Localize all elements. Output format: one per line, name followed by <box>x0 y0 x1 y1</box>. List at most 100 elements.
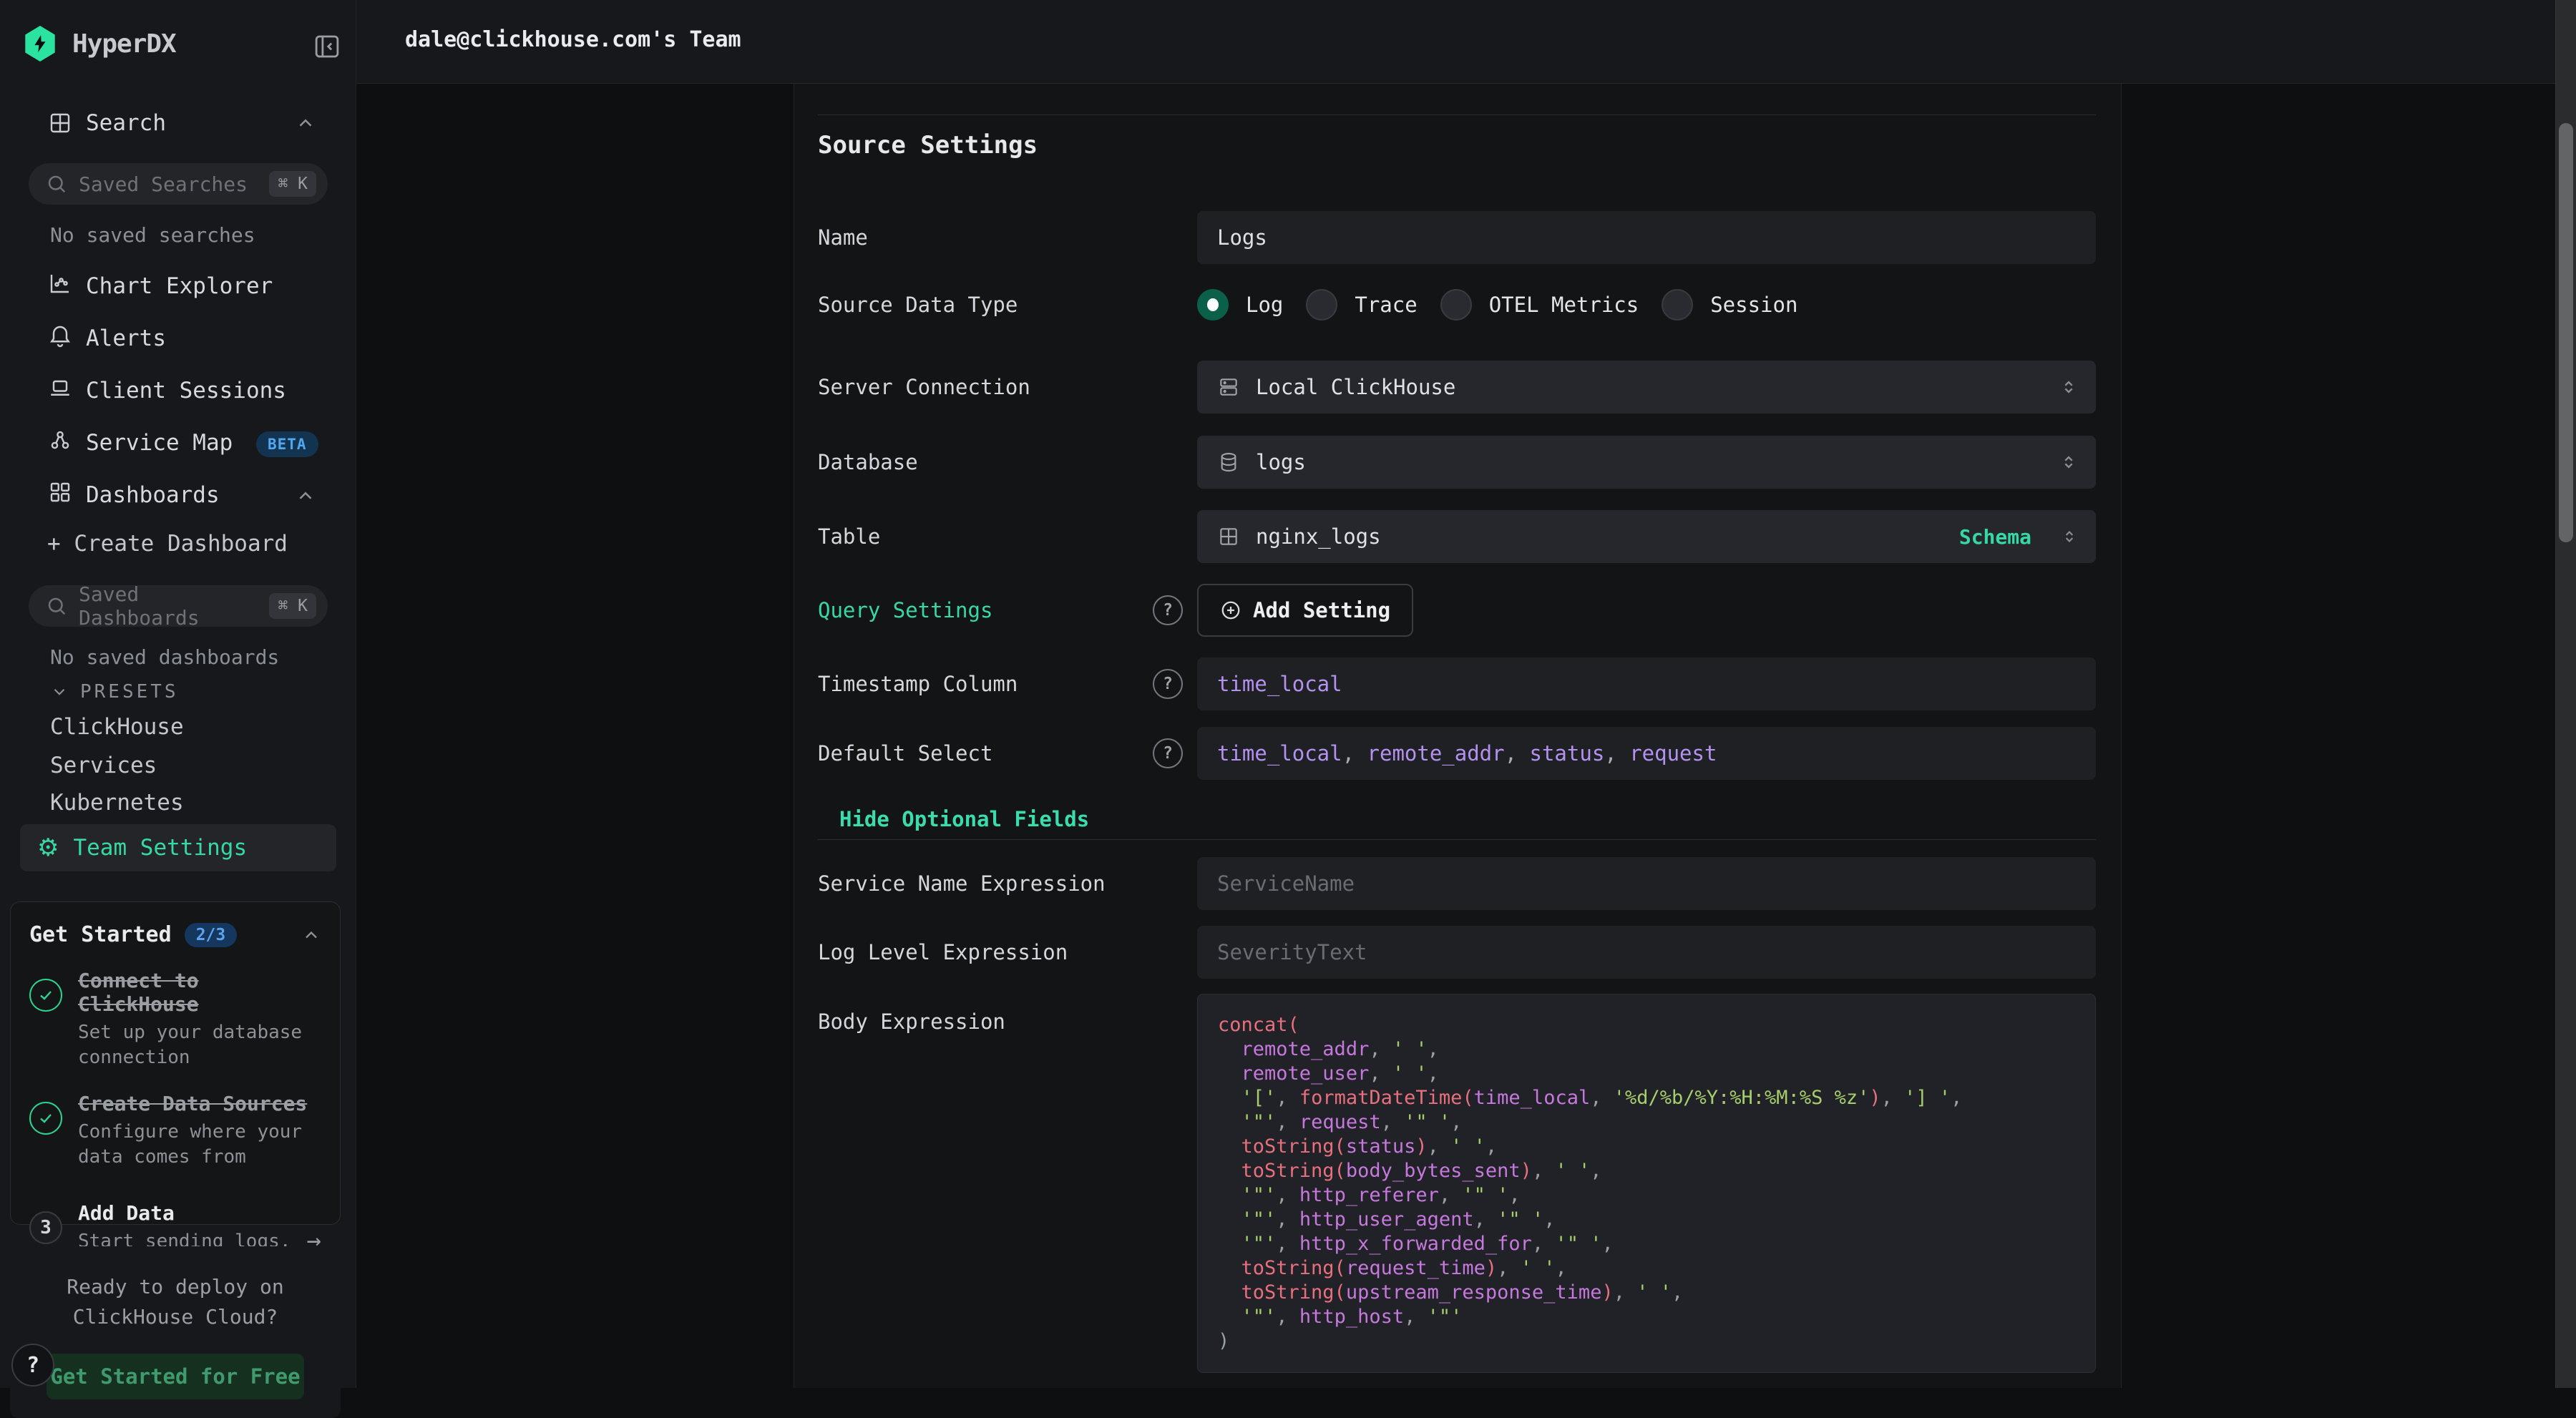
check-circle-icon <box>29 1102 62 1135</box>
sidebar-item-kubernetes[interactable]: Kubernetes <box>50 790 184 816</box>
body-expression-editor[interactable]: concat( remote_addr, ' ', remote_user, '… <box>1197 994 2096 1373</box>
sidebar-collapse-icon[interactable] <box>312 31 342 62</box>
clickhouse-cloud-card: Ready to deploy on ClickHouse Cloud? Get… <box>10 1246 341 1418</box>
database-value: logs <box>1256 450 1306 474</box>
hyperdx-logo-icon <box>24 26 57 62</box>
radio-log[interactable]: Log <box>1197 289 1283 321</box>
default-select-row: Default Select ? time_local, remote_addr… <box>818 727 2096 780</box>
shortcut-badge: ⌘ K <box>269 593 316 619</box>
saved-searches-input[interactable]: Saved Searches ⌘ K <box>29 163 328 205</box>
chevron-updown-icon <box>2060 527 2079 546</box>
radio-label: Trace <box>1355 293 1417 317</box>
log-level-input[interactable]: SeverityText <box>1197 926 2096 979</box>
radio-icon <box>1306 289 1337 321</box>
optional-fields-divider <box>818 839 2096 840</box>
step-title: Create Data Sources <box>78 1092 314 1115</box>
presets-label: PRESETS <box>80 681 179 703</box>
radio-otel-metrics[interactable]: OTEL Metrics <box>1440 289 1639 321</box>
table-select[interactable]: nginx_logs Schema <box>1197 510 2096 563</box>
source-data-type-radio-group: Log Trace OTEL Metrics Session <box>1197 283 2096 326</box>
saved-searches-placeholder: Saved Searches <box>79 172 269 196</box>
add-setting-label: Add Setting <box>1253 598 1390 622</box>
add-setting-button[interactable]: Add Setting <box>1197 584 1413 637</box>
dashboards-icon <box>47 479 73 505</box>
sidebar-item-services[interactable]: Services <box>50 753 157 778</box>
sidebar-item-team-settings[interactable]: ⚙ Team Settings <box>20 824 336 871</box>
radio-icon <box>1440 289 1472 321</box>
help-circle-icon[interactable]: ? <box>1153 595 1183 625</box>
chevron-up-icon[interactable] <box>295 112 316 134</box>
database-row: Database logs <box>818 436 2096 489</box>
log-level-label: Log Level Expression <box>818 940 1068 964</box>
database-select[interactable]: logs <box>1197 436 2096 489</box>
radio-session[interactable]: Session <box>1662 289 1797 321</box>
service-map-icon <box>47 427 73 453</box>
step-desc: Set up your database connection <box>78 1020 314 1070</box>
service-name-row: Service Name Expression ServiceName <box>818 857 2096 910</box>
body-expression-label: Body Expression <box>818 1009 1005 1034</box>
get-started-step-1[interactable]: Connect to ClickHouse Set up your databa… <box>29 969 321 1070</box>
chevron-down-icon <box>50 683 69 701</box>
service-name-input[interactable]: ServiceName <box>1197 857 2096 910</box>
sidebar-item-clickhouse[interactable]: ClickHouse <box>50 714 184 740</box>
sidebar-item-service-map[interactable]: Service Map BETA <box>0 423 356 463</box>
radio-label: Log <box>1246 293 1283 317</box>
saved-dashboards-input[interactable]: Saved Dashboards ⌘ K <box>29 585 328 627</box>
radio-selected-icon <box>1197 289 1229 321</box>
get-started-title: Get Started <box>29 922 172 947</box>
progress-badge: 2/3 <box>185 923 238 947</box>
sidebar-item-search[interactable]: Search <box>0 106 356 140</box>
server-connection-label: Server Connection <box>818 375 1030 399</box>
timestamp-column-row: Timestamp Column ? time_local <box>818 657 2096 710</box>
default-select-value: time_local, remote_addr, status, request <box>1217 741 1717 766</box>
no-saved-searches-text: No saved searches <box>50 223 255 247</box>
help-button[interactable]: ? <box>11 1344 54 1387</box>
sidebar-item-dashboards[interactable]: Dashboards <box>0 475 356 515</box>
name-input[interactable]: Logs <box>1197 211 2096 264</box>
saved-dashboards-placeholder: Saved Dashboards <box>79 582 269 630</box>
step-number-badge: 3 <box>29 1211 62 1244</box>
hide-optional-fields-button[interactable]: Hide Optional Fields <box>839 808 1089 831</box>
server-connection-row: Server Connection Local ClickHouse <box>818 361 2096 414</box>
get-started-step-2[interactable]: Create Data Sources Configure where your… <box>29 1092 321 1170</box>
timestamp-column-input[interactable]: time_local <box>1197 657 2096 710</box>
bell-icon <box>47 323 73 348</box>
get-started-free-button[interactable]: Get Started for Free <box>47 1354 304 1399</box>
main-content: Source Settings Name Logs Source Data Ty… <box>356 84 2576 1388</box>
help-circle-icon[interactable]: ? <box>1153 669 1183 699</box>
source-data-type-label: Source Data Type <box>818 293 1018 317</box>
laptop-icon <box>47 375 73 401</box>
scrollbar-track[interactable] <box>2555 0 2576 1388</box>
panel-top-divider <box>818 114 2096 115</box>
chevron-updown-icon <box>2059 452 2079 472</box>
timestamp-column-value: time_local <box>1217 672 1342 696</box>
service-name-label: Service Name Expression <box>818 871 1106 896</box>
radio-label: Session <box>1710 293 1797 317</box>
server-icon <box>1217 376 1240 398</box>
source-settings-panel: Source Settings Name Logs Source Data Ty… <box>794 84 2122 1388</box>
chart-icon <box>47 270 73 296</box>
chevron-up-icon[interactable] <box>295 485 316 507</box>
schema-button[interactable]: Schema <box>1959 525 2031 549</box>
radio-trace[interactable]: Trace <box>1306 289 1417 321</box>
presets-toggle[interactable]: PRESETS <box>50 681 179 703</box>
sidebar-item-client-sessions[interactable]: Client Sessions <box>0 371 356 411</box>
timestamp-column-label: Timestamp Column <box>818 672 1018 696</box>
sidebar-item-chart-explorer[interactable]: Chart Explorer <box>0 266 356 306</box>
form-heading: Source Settings <box>818 131 2096 160</box>
sidebar: HyperDX Search Saved Searches ⌘ K No sav… <box>0 0 356 1388</box>
sidebar-item-alerts[interactable]: Alerts <box>0 318 356 358</box>
chevron-updown-icon <box>2059 377 2079 397</box>
check-circle-icon <box>29 979 62 1012</box>
create-dashboard-button[interactable]: + Create Dashboard <box>47 531 288 557</box>
server-connection-select[interactable]: Local ClickHouse <box>1197 361 2096 414</box>
help-circle-icon[interactable]: ? <box>1153 738 1183 768</box>
chevron-up-icon[interactable] <box>301 925 321 945</box>
nav-label: Dashboards <box>86 482 220 508</box>
server-connection-value: Local ClickHouse <box>1256 375 1455 399</box>
nav-label: Service Map <box>86 430 233 456</box>
default-select-input[interactable]: time_local, remote_addr, status, request <box>1197 727 2096 780</box>
table-label: Table <box>818 524 880 549</box>
scrollbar-thumb[interactable] <box>2559 123 2573 542</box>
log-level-row: Log Level Expression SeverityText <box>818 926 2096 979</box>
